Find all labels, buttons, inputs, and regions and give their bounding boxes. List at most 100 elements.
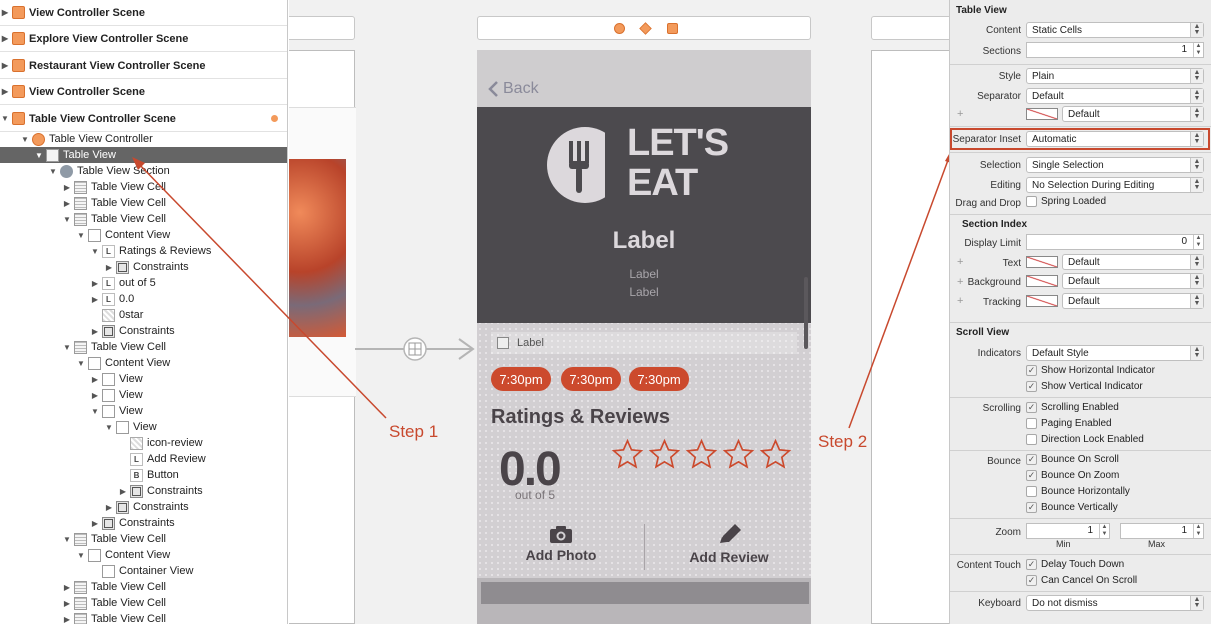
- disclosure-triangle-icon[interactable]: ▼: [62, 535, 72, 544]
- disclosure-triangle-icon[interactable]: ▶: [118, 487, 128, 496]
- bounce-on-zoom-checkbox[interactable]: ✓ Bounce On Zoom: [1026, 470, 1119, 481]
- tree-row[interactable]: ▶ L 0.0: [0, 291, 287, 307]
- scene-row[interactable]: ▶ Explore View Controller Scene: [0, 26, 287, 52]
- scene-row[interactable]: ▶ View Controller Scene: [0, 79, 287, 105]
- stepper-arrows-icon[interactable]: ▲ ▼: [1099, 524, 1109, 538]
- stepper-arrows-icon[interactable]: ▲ ▼: [1193, 524, 1203, 538]
- spring-loaded-checkbox[interactable]: Spring Loaded: [1026, 196, 1106, 207]
- indicators-popup[interactable]: Default Style ▲ ▼: [1026, 345, 1204, 361]
- table-view-controller-scene[interactable]: Back LET'S EAT Label Label Label Label 7…: [477, 50, 811, 624]
- display-limit-stepper[interactable]: 0 ▲ ▼: [1026, 234, 1204, 250]
- disclosure-triangle-icon[interactable]: ▶: [90, 295, 100, 304]
- scene-dock[interactable]: [289, 16, 355, 40]
- scroll-indicator[interactable]: [804, 277, 808, 349]
- text-color-swatch[interactable]: [1026, 256, 1058, 268]
- disclosure-triangle-icon[interactable]: ▶: [0, 8, 10, 17]
- warning-dot-icon[interactable]: [271, 115, 278, 122]
- tree-row[interactable]: ▼ Table View Section: [0, 163, 287, 179]
- disclosure-triangle-icon[interactable]: ▼: [34, 151, 44, 160]
- disclosure-triangle-icon[interactable]: ▶: [0, 61, 10, 70]
- tree-row[interactable]: ▼ View: [0, 419, 287, 435]
- tracking-color-popup[interactable]: Default ▲ ▼: [1062, 293, 1204, 309]
- bounce-vertically-checkbox[interactable]: ✓ Bounce Vertically: [1026, 502, 1118, 513]
- tree-row[interactable]: ▶ Table View Cell: [0, 611, 287, 624]
- tree-row[interactable]: 0star: [0, 307, 287, 323]
- tree-row[interactable]: B Button: [0, 467, 287, 483]
- checkbox-icon[interactable]: [1026, 418, 1037, 429]
- sections-stepper[interactable]: 1 ▲ ▼: [1026, 42, 1204, 58]
- background-color-popup[interactable]: Default ▲ ▼: [1062, 273, 1204, 289]
- disclosure-triangle-icon[interactable]: ▶: [104, 263, 114, 272]
- add-variation-icon[interactable]: +: [957, 256, 963, 268]
- show-horizontal-checkbox[interactable]: ✓ Show Horizontal Indicator: [1026, 365, 1155, 376]
- checkmark-icon[interactable]: ✓: [1026, 559, 1037, 570]
- disclosure-triangle-icon[interactable]: ▶: [62, 199, 72, 208]
- disclosure-triangle-icon[interactable]: ▼: [76, 231, 86, 240]
- disclosure-triangle-icon[interactable]: ▶: [0, 87, 10, 96]
- disclosure-triangle-icon[interactable]: ▼: [76, 359, 86, 368]
- checkmark-icon[interactable]: ✓: [1026, 470, 1037, 481]
- editing-popup[interactable]: No Selection During Editing ▲ ▼: [1026, 177, 1204, 193]
- tree-row[interactable]: ▼ Table View Cell: [0, 211, 287, 227]
- tree-row[interactable]: ▼ Table View Controller: [0, 131, 287, 147]
- disclosure-triangle-icon[interactable]: ▶: [0, 34, 10, 43]
- tree-row[interactable]: ▼ Content View: [0, 227, 287, 243]
- tree-row[interactable]: ▶ Constraints: [0, 499, 287, 515]
- disclosure-triangle-icon[interactable]: ▼: [76, 551, 86, 560]
- disclosure-triangle-icon[interactable]: ▶: [62, 183, 72, 192]
- scene-row[interactable]: ▶ View Controller Scene: [0, 0, 287, 26]
- separator-color-popup[interactable]: Default ▲ ▼: [1062, 106, 1204, 122]
- checkmark-icon[interactable]: ✓: [1026, 575, 1037, 586]
- disclosure-triangle-icon[interactable]: ▶: [62, 599, 72, 608]
- stepper-arrows-icon[interactable]: ▲ ▼: [1193, 235, 1203, 249]
- next-scene-frame[interactable]: [871, 50, 949, 624]
- separator-color-swatch[interactable]: [1026, 108, 1058, 120]
- checkbox-icon[interactable]: [1026, 196, 1037, 207]
- time-slot-button[interactable]: 7:30pm: [561, 367, 621, 391]
- checkmark-icon[interactable]: ✓: [1026, 381, 1037, 392]
- header-cell[interactable]: LET'S EAT Label Label Label: [477, 107, 811, 323]
- time-slot-button[interactable]: 7:30pm: [629, 367, 689, 391]
- tree-row[interactable]: ▶ Lout of 5: [0, 275, 287, 291]
- tree-row[interactable]: ▶ View: [0, 371, 287, 387]
- segue-arrow[interactable]: [355, 336, 477, 362]
- checkmark-icon[interactable]: ✓: [1026, 502, 1037, 513]
- disclosure-triangle-icon[interactable]: ▼: [62, 215, 72, 224]
- tree-row[interactable]: ▶ Table View Cell: [0, 579, 287, 595]
- tree-row[interactable]: ▼ L Ratings & Reviews: [0, 243, 287, 259]
- content-popup[interactable]: Static Cells ▲ ▼: [1026, 22, 1204, 38]
- scene-row[interactable]: ▶ Restaurant View Controller Scene: [0, 53, 287, 79]
- disclosure-triangle-icon[interactable]: ▼: [90, 247, 100, 256]
- stepper-arrows-icon[interactable]: ▲ ▼: [1193, 43, 1203, 57]
- checkmark-icon[interactable]: ✓: [1026, 454, 1037, 465]
- add-review-button[interactable]: Add Review: [649, 524, 809, 565]
- checkmark-icon[interactable]: ✓: [1026, 365, 1037, 376]
- bounce-horizontally-checkbox[interactable]: Bounce Horizontally: [1026, 486, 1130, 497]
- checkmark-icon[interactable]: ✓: [1026, 402, 1037, 413]
- disclosure-triangle-icon[interactable]: ▶: [90, 279, 100, 288]
- add-variation-icon[interactable]: +: [957, 108, 963, 120]
- previous-scene-frame[interactable]: [289, 50, 356, 624]
- disclosure-triangle-icon[interactable]: ▼: [20, 135, 30, 144]
- background-color-swatch[interactable]: [1026, 275, 1058, 287]
- disclosure-triangle-icon[interactable]: ▶: [90, 519, 100, 528]
- checkbox-icon[interactable]: [1026, 434, 1037, 445]
- keyboard-popup[interactable]: Do not dismiss ▲ ▼: [1026, 595, 1204, 611]
- tree-row[interactable]: ▼ Content View: [0, 355, 287, 371]
- add-variation-icon[interactable]: +: [957, 276, 963, 288]
- disclosure-triangle-icon[interactable]: ▶: [62, 615, 72, 624]
- tree-row[interactable]: ▼ Table View Cell: [0, 339, 287, 355]
- tree-row[interactable]: ▶ View: [0, 387, 287, 403]
- tree-row[interactable]: ▶ Constraints: [0, 483, 287, 499]
- first-responder-icon[interactable]: [639, 22, 652, 35]
- tree-row[interactable]: Container View: [0, 563, 287, 579]
- cancel-scroll-checkbox[interactable]: ✓ Can Cancel On Scroll: [1026, 575, 1137, 586]
- disclosure-triangle-icon[interactable]: ▼: [104, 423, 114, 432]
- tree-row[interactable]: ▶ Constraints: [0, 323, 287, 339]
- scene-dock[interactable]: [871, 16, 949, 40]
- zoom-min-stepper[interactable]: 1 ▲ ▼: [1026, 523, 1110, 539]
- view-controller-dock-icon[interactable]: [614, 23, 625, 34]
- time-slot-button[interactable]: 7:30pm: [491, 367, 551, 391]
- tree-row[interactable]: L Add Review: [0, 451, 287, 467]
- map-label-row[interactable]: Label: [491, 332, 797, 354]
